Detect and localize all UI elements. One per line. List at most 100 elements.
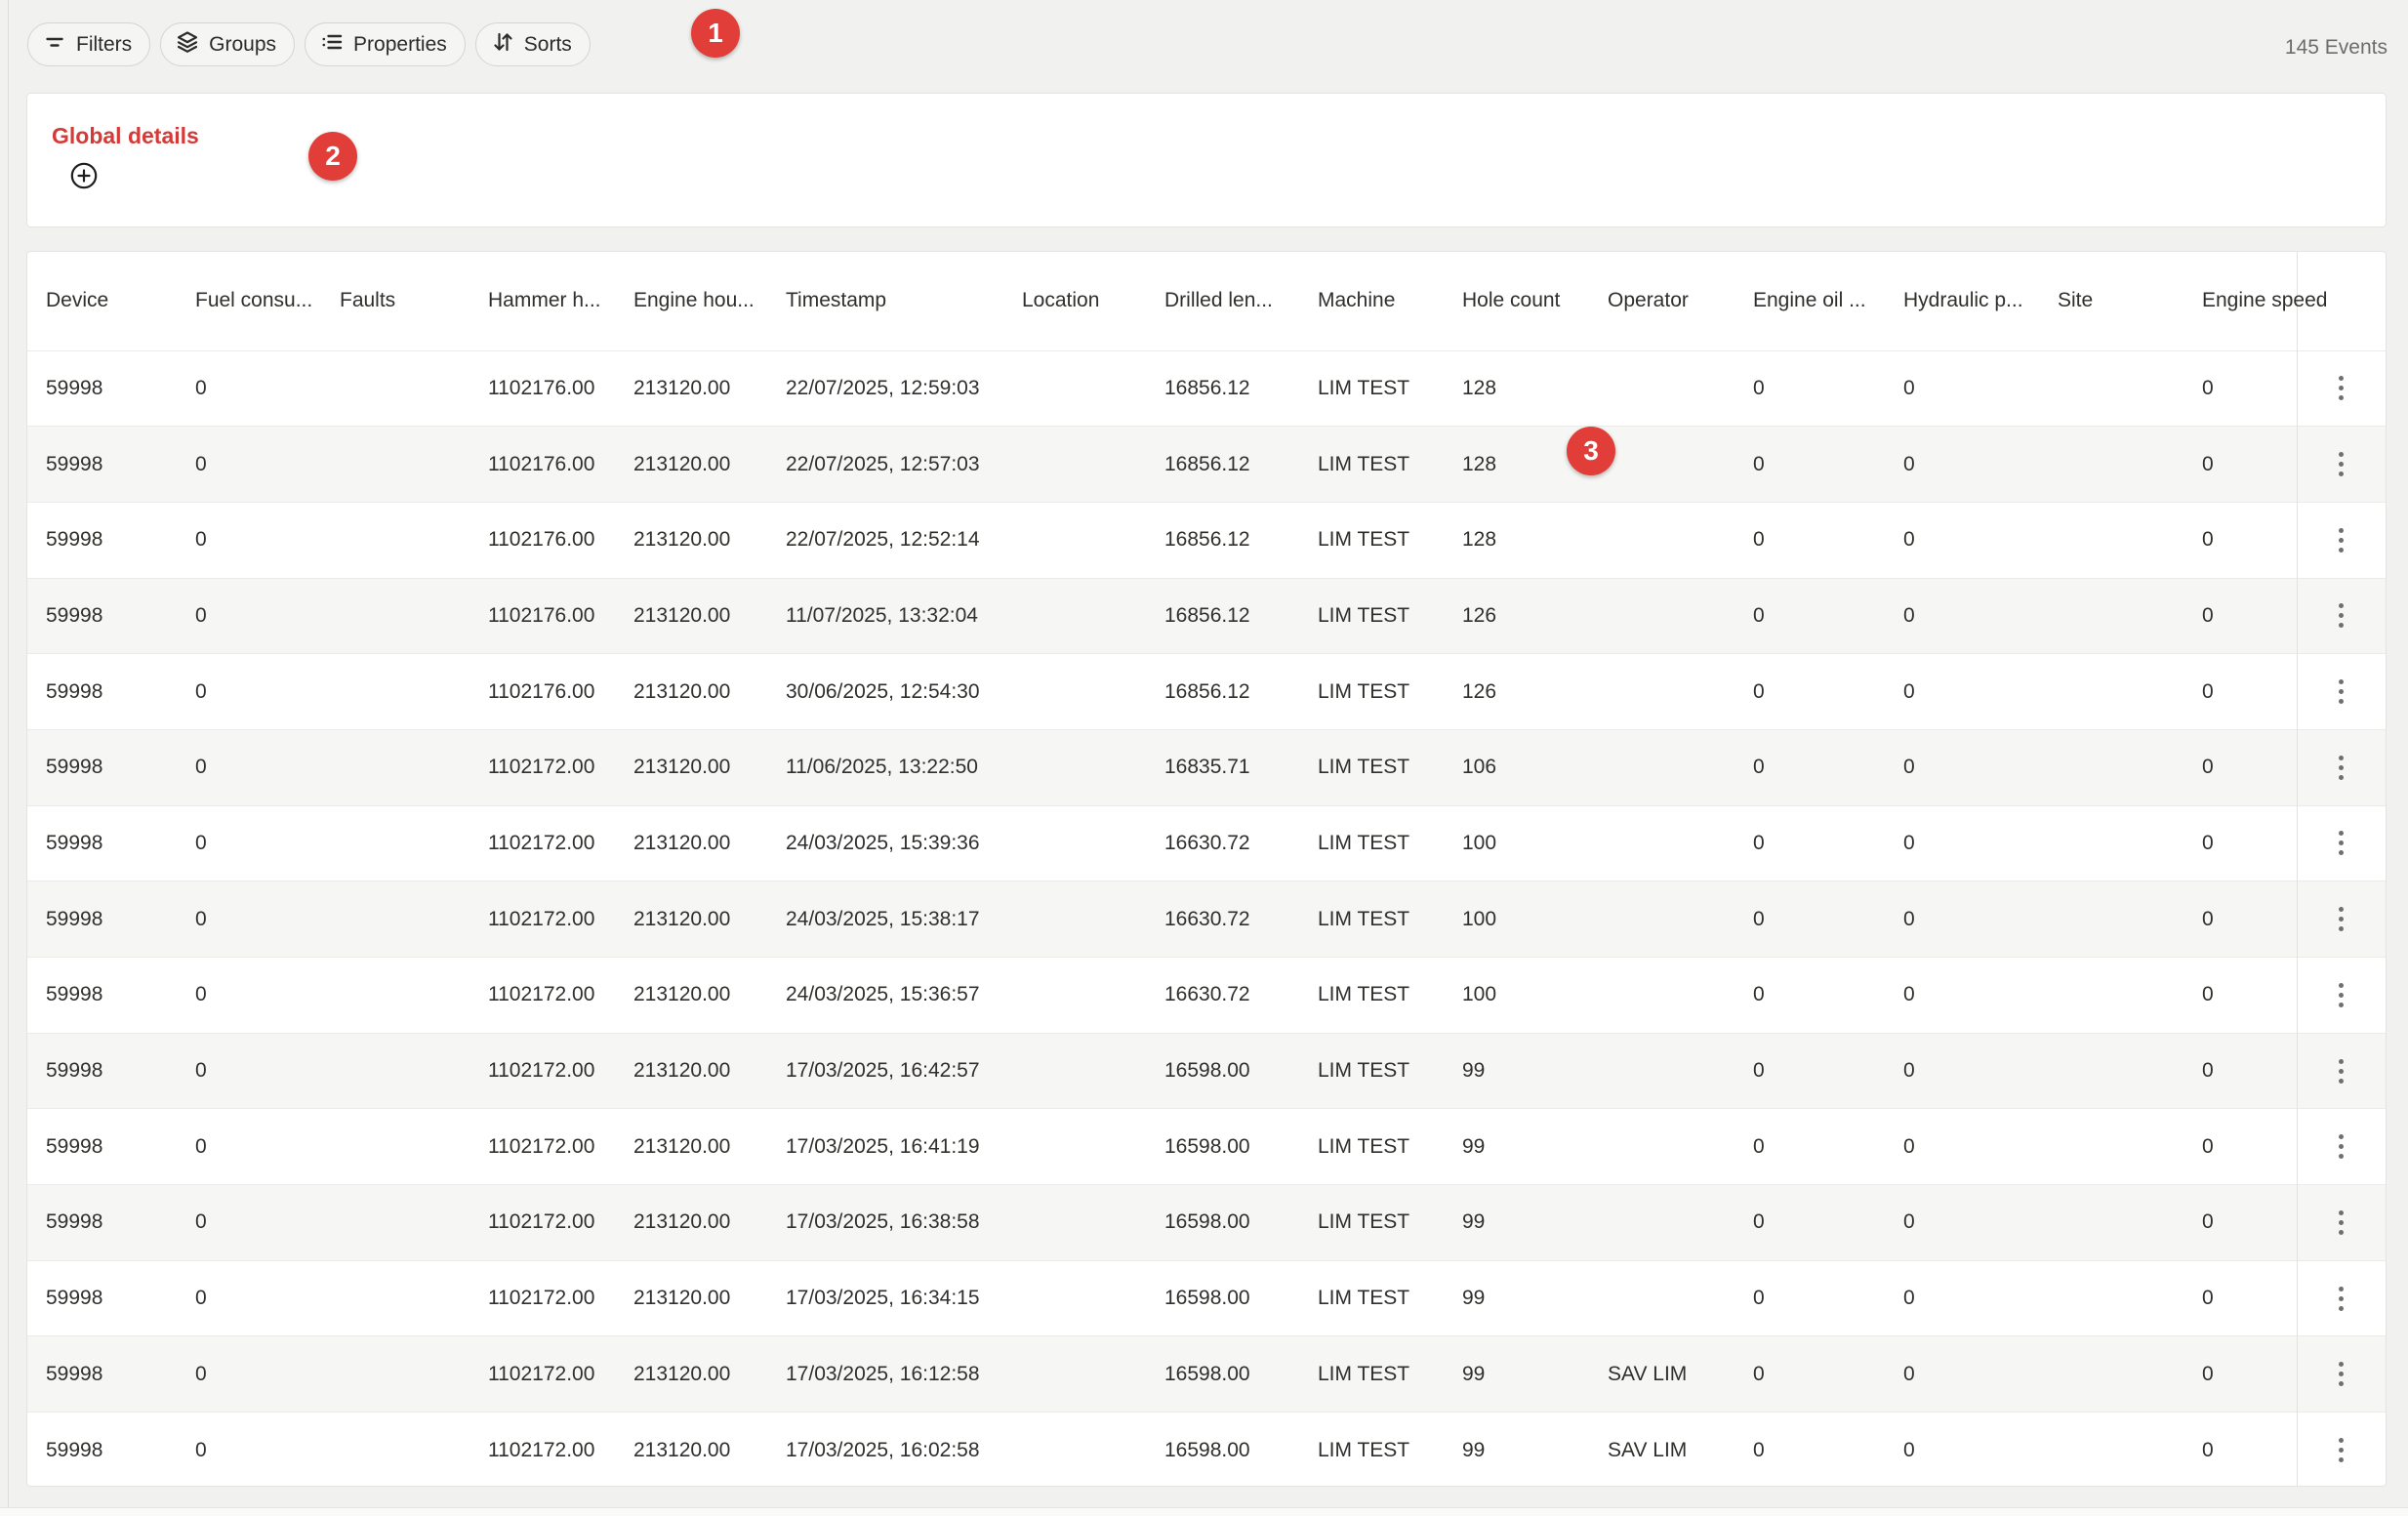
filter-lines-icon [42, 29, 67, 61]
row-actions-cell [2297, 729, 2386, 805]
column-header-device[interactable]: Device [27, 252, 177, 350]
kebab-menu-icon[interactable] [2330, 519, 2352, 561]
groups-button[interactable]: Groups [160, 22, 295, 66]
cell-machine: LIM TEST [1299, 502, 1444, 578]
cell-engine-hours: 213120.00 [615, 958, 767, 1034]
cell-hammer-hours: 1102172.00 [469, 1185, 615, 1261]
column-header-faults[interactable]: Faults [321, 252, 469, 350]
cell-fuel-consumption: 0 [177, 729, 321, 805]
filters-button[interactable]: Filters [27, 22, 150, 66]
column-header-fuel-consumption[interactable]: Fuel consu... [177, 252, 321, 350]
row-actions-cell [2297, 1413, 2386, 1487]
cell-hydraulic-pressure: 0 [1885, 654, 2039, 730]
column-header-hydraulic-pressure[interactable]: Hydraulic p... [1885, 252, 2039, 350]
cell-fuel-consumption: 0 [177, 1260, 321, 1336]
cell-engine-speed: 0 [2184, 1413, 2297, 1487]
kebab-menu-icon[interactable] [2330, 1278, 2352, 1320]
cell-hammer-hours: 1102172.00 [469, 1033, 615, 1109]
cell-operator: SAV LIM [1589, 1413, 1735, 1487]
cell-hydraulic-pressure: 0 [1885, 1336, 2039, 1413]
kebab-menu-icon[interactable] [2330, 1050, 2352, 1092]
cell-hole-count: 99 [1444, 1413, 1589, 1487]
sorts-button[interactable]: Sorts [475, 22, 591, 66]
kebab-menu-icon[interactable] [2330, 1126, 2352, 1168]
cell-machine: LIM TEST [1299, 729, 1444, 805]
cell-machine: LIM TEST [1299, 805, 1444, 881]
cell-engine-hours: 213120.00 [615, 502, 767, 578]
column-header-drilled-length[interactable]: Drilled len... [1146, 252, 1299, 350]
cell-location [1003, 958, 1146, 1034]
kebab-menu-icon[interactable] [2330, 671, 2352, 713]
cell-location [1003, 502, 1146, 578]
kebab-menu-icon[interactable] [2330, 1429, 2352, 1471]
column-header-engine-hours[interactable]: Engine hou... [615, 252, 767, 350]
cell-engine-oil: 0 [1735, 1413, 1885, 1487]
cell-drilled-length: 16598.00 [1146, 1413, 1299, 1487]
column-header-site[interactable]: Site [2039, 252, 2184, 350]
table-row: 5999801102176.00213120.0030/06/2025, 12:… [27, 654, 2386, 730]
cell-faults [321, 805, 469, 881]
cell-hole-count: 99 [1444, 1033, 1589, 1109]
table-row: 5999801102172.00213120.0017/03/2025, 16:… [27, 1033, 2386, 1109]
column-header-hammer-hours[interactable]: Hammer h... [469, 252, 615, 350]
column-header-operator[interactable]: Operator [1589, 252, 1735, 350]
global-details-panel: Global details [26, 93, 2387, 227]
cell-engine-speed: 0 [2184, 729, 2297, 805]
horizontal-scrollbar-track[interactable] [0, 1507, 2408, 1516]
cell-site [2039, 1033, 2184, 1109]
table-row: 5999801102172.00213120.0017/03/2025, 16:… [27, 1336, 2386, 1413]
column-header-timestamp[interactable]: Timestamp [767, 252, 1003, 350]
column-header-location[interactable]: Location [1003, 252, 1146, 350]
cell-operator [1589, 958, 1735, 1034]
kebab-menu-icon[interactable] [2330, 747, 2352, 789]
kebab-menu-icon[interactable] [2330, 822, 2352, 864]
cell-hole-count: 106 [1444, 729, 1589, 805]
kebab-menu-icon[interactable] [2330, 443, 2352, 485]
column-header-engine-speed[interactable]: Engine speed [2184, 252, 2297, 350]
cell-hammer-hours: 1102172.00 [469, 1336, 615, 1413]
cell-machine: LIM TEST [1299, 1413, 1444, 1487]
cell-fuel-consumption: 0 [177, 881, 321, 958]
kebab-menu-icon[interactable] [2330, 367, 2352, 409]
kebab-menu-icon[interactable] [2330, 1202, 2352, 1244]
cell-hydraulic-pressure: 0 [1885, 502, 2039, 578]
properties-button[interactable]: Properties [305, 22, 466, 66]
cell-machine: LIM TEST [1299, 1185, 1444, 1261]
cell-site [2039, 1185, 2184, 1261]
row-actions-cell [2297, 654, 2386, 730]
kebab-menu-icon[interactable] [2330, 594, 2352, 636]
column-header-machine[interactable]: Machine [1299, 252, 1444, 350]
row-actions-cell [2297, 1109, 2386, 1185]
row-actions-cell [2297, 427, 2386, 503]
cell-timestamp: 17/03/2025, 16:38:58 [767, 1185, 1003, 1261]
table-row: 5999801102172.00213120.0017/03/2025, 16:… [27, 1413, 2386, 1487]
table-row: 5999801102176.00213120.0022/07/2025, 12:… [27, 427, 2386, 503]
cell-engine-speed: 0 [2184, 805, 2297, 881]
row-actions-cell [2297, 1260, 2386, 1336]
column-header-engine-oil[interactable]: Engine oil ... [1735, 252, 1885, 350]
cell-timestamp: 11/06/2025, 13:22:50 [767, 729, 1003, 805]
table-header-row: DeviceFuel consu...FaultsHammer h...Engi… [27, 252, 2386, 350]
cell-device: 59998 [27, 350, 177, 427]
kebab-menu-icon[interactable] [2330, 974, 2352, 1016]
cell-engine-speed: 0 [2184, 427, 2297, 503]
cell-location [1003, 427, 1146, 503]
cell-hole-count: 99 [1444, 1109, 1589, 1185]
cell-site [2039, 805, 2184, 881]
cell-faults [321, 1033, 469, 1109]
cell-hydraulic-pressure: 0 [1885, 729, 2039, 805]
global-details-title: Global details [52, 123, 199, 149]
cell-engine-speed: 0 [2184, 1336, 2297, 1413]
kebab-menu-icon[interactable] [2330, 898, 2352, 940]
cell-hammer-hours: 1102172.00 [469, 881, 615, 958]
cell-timestamp: 22/07/2025, 12:59:03 [767, 350, 1003, 427]
add-global-detail-button[interactable] [70, 163, 98, 190]
cell-site [2039, 350, 2184, 427]
kebab-menu-icon[interactable] [2330, 1353, 2352, 1395]
column-header-hole-count[interactable]: Hole count [1444, 252, 1589, 350]
cell-faults [321, 1185, 469, 1261]
cell-operator [1589, 1109, 1735, 1185]
cell-timestamp: 22/07/2025, 12:57:03 [767, 427, 1003, 503]
cell-hole-count: 100 [1444, 805, 1589, 881]
cell-hammer-hours: 1102172.00 [469, 805, 615, 881]
